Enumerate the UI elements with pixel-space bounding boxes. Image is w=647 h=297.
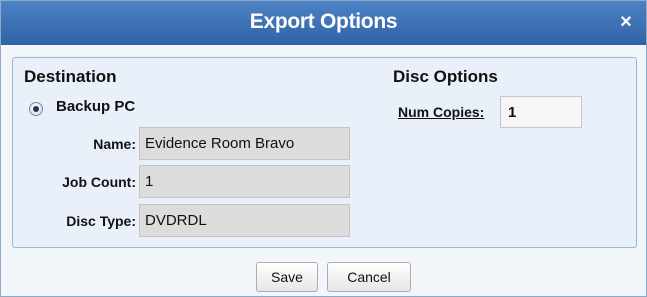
name-field: Evidence Room Bravo — [139, 127, 350, 160]
export-options-dialog: Export Options × Destination Disc Option… — [0, 0, 647, 297]
options-panel: Destination Disc Options Backup PC Name:… — [12, 57, 637, 248]
disc-options-heading: Disc Options — [393, 67, 498, 86]
save-button[interactable]: Save — [256, 262, 318, 292]
num-copies-label: Num Copies: — [398, 104, 485, 120]
cancel-button[interactable]: Cancel — [327, 262, 411, 292]
disc-type-label: Disc Type: — [66, 213, 136, 229]
name-label: Name: — [93, 136, 136, 152]
disc-type-field: DVDRDL — [139, 204, 350, 237]
backup-pc-label[interactable]: Backup PC — [56, 98, 135, 115]
backup-pc-radio[interactable] — [29, 102, 43, 116]
destination-heading: Destination — [24, 67, 117, 86]
job-count-field: 1 — [139, 165, 350, 198]
close-icon[interactable]: × — [616, 12, 636, 32]
job-count-label: Job Count: — [62, 174, 136, 190]
num-copies-input[interactable] — [500, 96, 582, 128]
dialog-title: Export Options — [249, 10, 398, 33]
dialog-titlebar: Export Options × — [1, 1, 646, 45]
